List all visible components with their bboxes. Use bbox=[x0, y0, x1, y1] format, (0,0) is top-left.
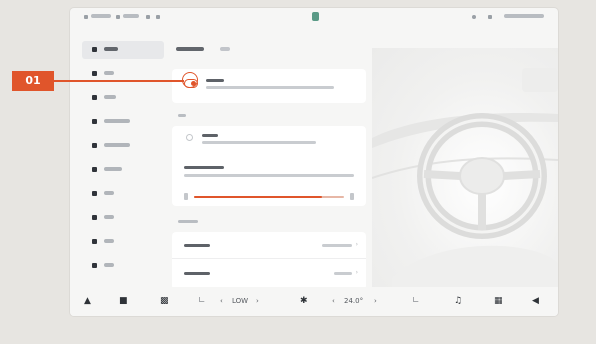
sidebar-item-label bbox=[104, 263, 114, 267]
status-text-1 bbox=[91, 14, 111, 18]
sidebar-item-light[interactable] bbox=[82, 89, 164, 107]
key-icon bbox=[92, 191, 97, 196]
sidebar-item-system[interactable] bbox=[82, 257, 164, 275]
display-icon bbox=[92, 119, 97, 124]
sidebar-item-sound[interactable] bbox=[82, 209, 164, 227]
system-icon bbox=[92, 263, 97, 268]
list-row[interactable]: › bbox=[172, 232, 366, 259]
infotainment-screen: › › ▲ ■ ▩ ∟ ‹ LOW › ✱ ‹ 24.0° › ∟ ♫ ▦ ◀ bbox=[70, 8, 558, 316]
callout-target-ring bbox=[182, 72, 198, 88]
settings-panel: › › bbox=[172, 36, 366, 290]
callout-leader-line bbox=[54, 80, 184, 82]
seat-right-icon[interactable]: ∟ bbox=[412, 297, 420, 306]
car-interior-render bbox=[371, 48, 558, 292]
status-icon-3 bbox=[146, 15, 150, 19]
sidebar-item-charging[interactable] bbox=[82, 161, 164, 179]
slider-setting-title bbox=[184, 166, 224, 169]
sidebar-item-key[interactable] bbox=[82, 185, 164, 203]
sidebar-item-label bbox=[104, 167, 122, 171]
temp-increase-button[interactable]: › bbox=[374, 298, 377, 305]
sidebar-item-label bbox=[104, 95, 116, 99]
sidebar-item-label bbox=[104, 239, 114, 243]
level-slider[interactable] bbox=[194, 196, 344, 198]
chevron-right-icon: › bbox=[355, 241, 358, 248]
fan-decrease-button[interactable]: ‹ bbox=[220, 298, 223, 305]
option-title bbox=[202, 134, 218, 137]
bluetooth-icon bbox=[116, 15, 120, 19]
slider-setting-description bbox=[184, 174, 354, 177]
car-icon[interactable]: ■ bbox=[119, 297, 128, 306]
sidebar-item-drive-assist[interactable] bbox=[82, 137, 164, 155]
temperature-display: 24.0° bbox=[344, 297, 364, 305]
row-value bbox=[334, 272, 352, 275]
status-icon-5 bbox=[488, 15, 492, 19]
tab-label bbox=[220, 47, 230, 51]
sidebar-item-vehicle[interactable] bbox=[82, 41, 164, 59]
slider-min-icon bbox=[184, 193, 188, 200]
steering-wheel-illustration bbox=[371, 68, 558, 292]
tab-basic-control[interactable] bbox=[176, 41, 208, 57]
settings-sidebar bbox=[82, 41, 164, 291]
seat-heat-icon[interactable]: ▩ bbox=[160, 297, 169, 306]
row-label bbox=[184, 244, 210, 247]
feature-toggle-card bbox=[172, 69, 366, 103]
fan-increase-button[interactable]: › bbox=[256, 298, 259, 305]
status-bar bbox=[70, 8, 558, 30]
status-icon-4 bbox=[156, 15, 160, 19]
option-radio[interactable] bbox=[186, 134, 193, 141]
volume-icon[interactable]: ◀ bbox=[532, 297, 539, 306]
sidebar-item-label bbox=[104, 47, 118, 51]
chevron-right-icon: › bbox=[355, 269, 358, 276]
sidebar-item-label bbox=[104, 71, 114, 75]
signal-icon bbox=[84, 15, 88, 19]
seat-icon bbox=[92, 71, 97, 76]
home-icon[interactable]: ▲ bbox=[84, 297, 91, 306]
status-text-2 bbox=[123, 14, 139, 18]
sidebar-item-label bbox=[104, 215, 114, 219]
connectivity-icon bbox=[92, 239, 97, 244]
bottom-dock: ▲ ■ ▩ ∟ ‹ LOW › ✱ ‹ 24.0° › ∟ ♫ ▦ ◀ bbox=[70, 287, 558, 316]
row-value bbox=[322, 244, 352, 247]
sidebar-item-label bbox=[104, 119, 130, 123]
list-rows-card: › › bbox=[172, 232, 366, 290]
callout-badge: 01 bbox=[12, 71, 54, 91]
brand-logo-icon bbox=[312, 12, 319, 21]
section-label bbox=[178, 114, 186, 117]
option-description bbox=[202, 141, 316, 144]
car-icon bbox=[92, 47, 97, 52]
seat-icon[interactable]: ∟ bbox=[198, 297, 206, 306]
fan-level: LOW bbox=[232, 297, 249, 305]
slider-max-icon bbox=[350, 193, 354, 200]
charging-icon bbox=[92, 167, 97, 172]
feature-title bbox=[206, 79, 224, 82]
sidebar-item-label bbox=[104, 143, 130, 147]
sidebar-item-connectivity[interactable] bbox=[82, 233, 164, 251]
sidebar-item-display[interactable] bbox=[82, 113, 164, 131]
light-icon bbox=[92, 95, 97, 100]
temp-decrease-button[interactable]: ‹ bbox=[332, 298, 335, 305]
tab-secondary[interactable] bbox=[220, 41, 238, 57]
row-label bbox=[184, 272, 210, 275]
sound-icon bbox=[92, 215, 97, 220]
apps-grid-icon[interactable]: ▦ bbox=[494, 297, 503, 306]
sidebar-item-label bbox=[104, 191, 114, 195]
settings-group-card bbox=[172, 126, 366, 206]
tab-label bbox=[176, 47, 204, 51]
section-label bbox=[178, 220, 198, 223]
music-icon[interactable]: ♫ bbox=[454, 297, 462, 306]
status-time bbox=[504, 14, 544, 18]
drive-assist-icon bbox=[92, 143, 97, 148]
user-icon bbox=[472, 15, 476, 19]
slider-fill bbox=[194, 196, 322, 198]
feature-description bbox=[206, 86, 334, 89]
fan-icon[interactable]: ✱ bbox=[300, 297, 308, 306]
list-row[interactable]: › bbox=[172, 260, 366, 286]
